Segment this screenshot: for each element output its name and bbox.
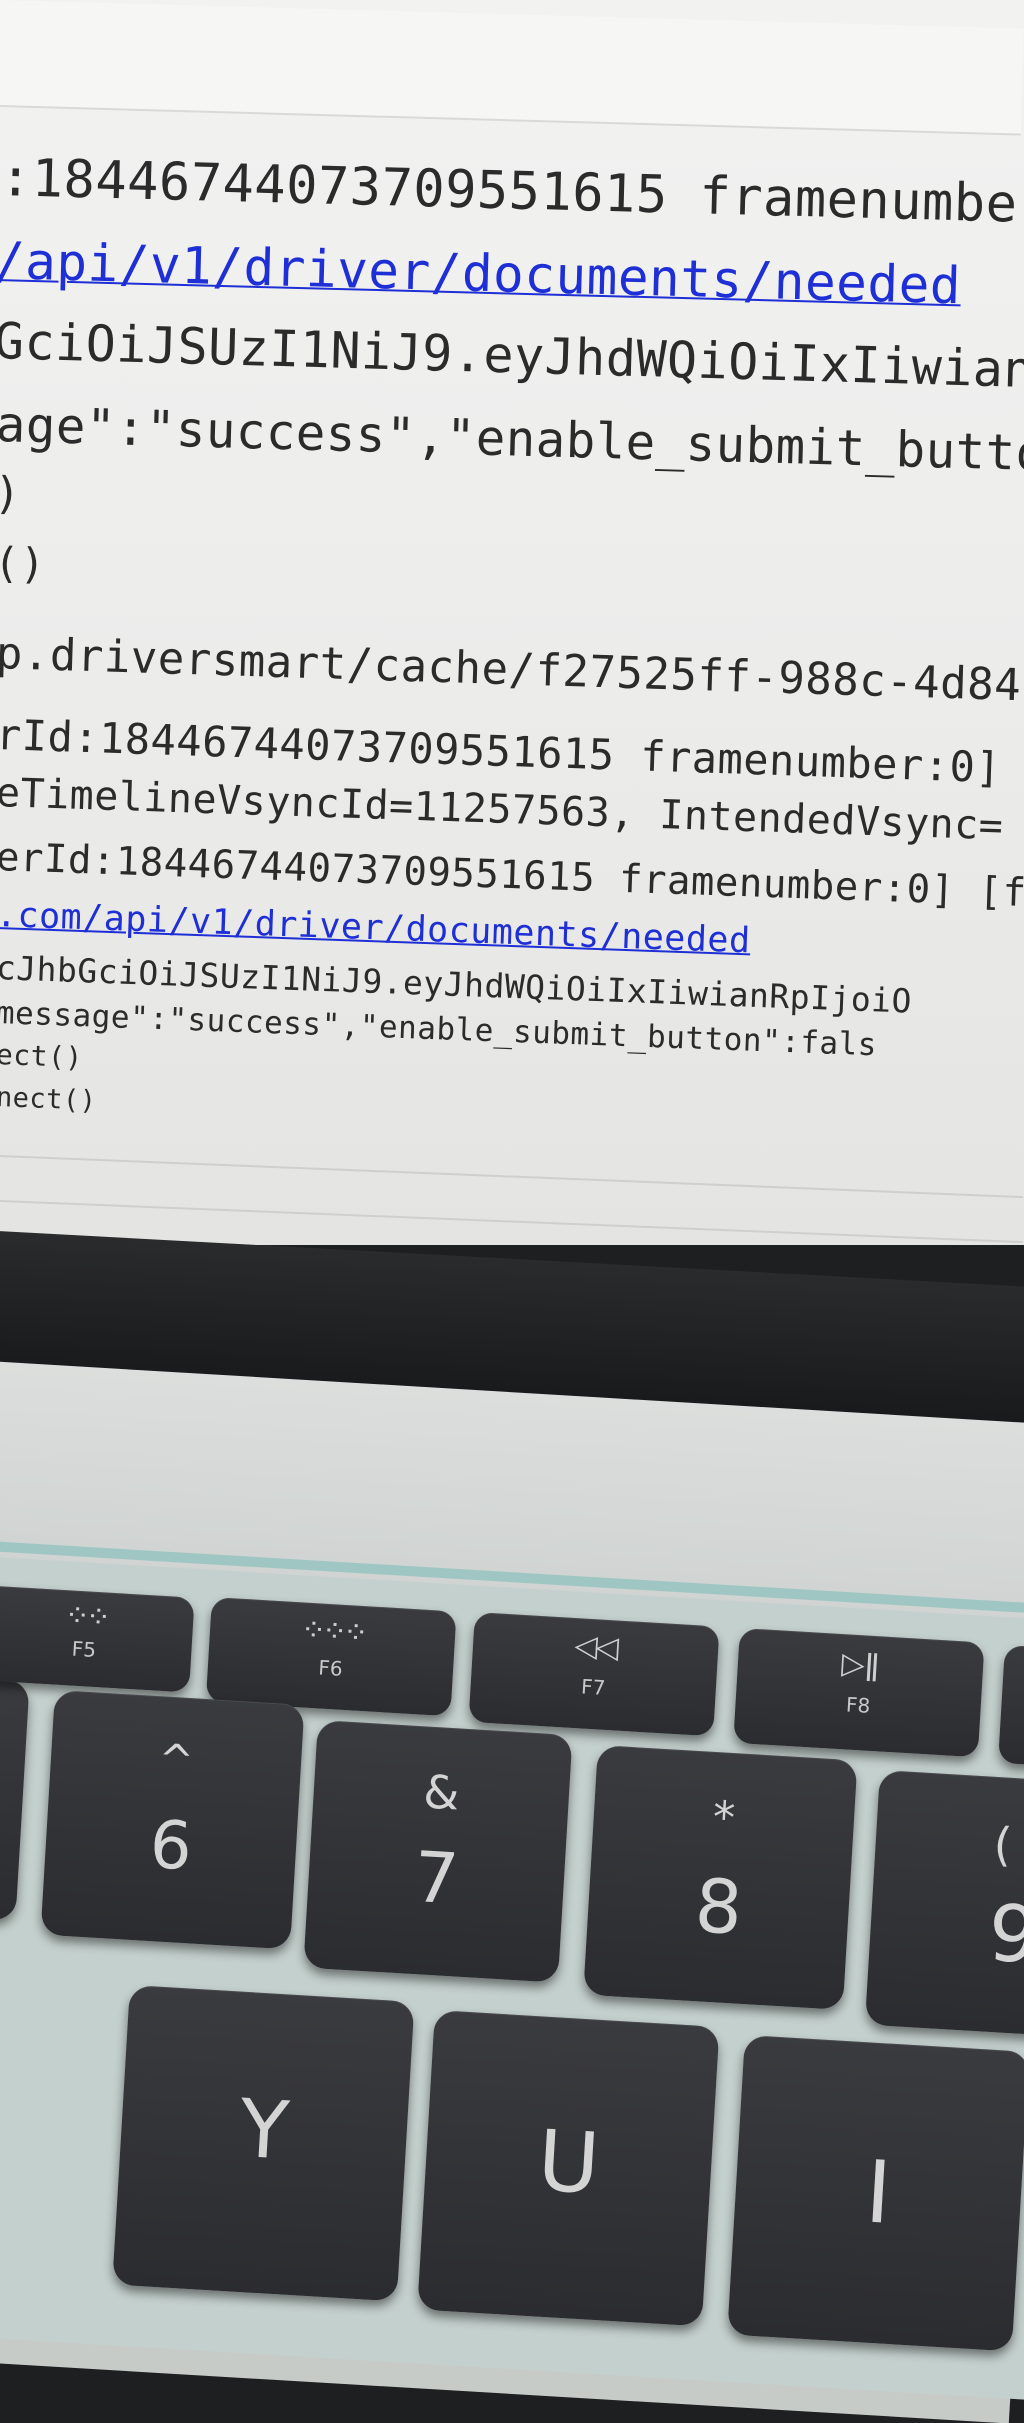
log-line: nect() [0,1082,98,1117]
key-label: F7 [580,1674,607,1700]
logcat-panel: :18446744073709551615 framenumber: /api/… [0,0,1024,1245]
key-shift-symbol: ^ [157,1734,196,1786]
key-f7[interactable]: ◁◁ F7 [468,1612,720,1737]
key-f8[interactable]: ▷ǁ F8 [733,1628,985,1758]
key-8[interactable]: * 8 [583,1745,858,2010]
api-url-link[interactable]: /api/v1/driver/documents/needed [0,232,962,316]
key-main-symbol: I [862,2142,894,2244]
play-pause-icon: ▷ǁ [840,1646,881,1684]
key-shift-symbol: ( [992,1816,1014,1872]
log-line: () [0,538,47,589]
key-6[interactable]: ^ 6 [40,1690,305,1950]
key-main-symbol: Y [237,2081,292,2178]
log-line: GciOiJSUzI1NiJ9.eyJhdWQiOiIxIiwianRp [0,312,1024,401]
log-line: ) [0,468,22,520]
log-line: :18446744073709551615 framenumber: [0,148,1024,237]
key-shift-symbol: * [711,1791,737,1845]
key-main-symbol: 7 [411,1836,461,1921]
log-line: ect() [0,1038,84,1075]
key-label: F8 [845,1692,871,1718]
log-line: p.driversmart/cache/f27525ff-988c-4d84- [0,628,1024,713]
key-main-symbol: U [535,2111,603,2213]
key-9[interactable]: ( 9 [864,1770,1024,2040]
key-main-symbol: 6 [147,1805,195,1886]
key-f5[interactable]: ⁘⁘ F5 [0,1585,195,1693]
key-main-symbol: 9 [985,1888,1024,1982]
key-label: F6 [317,1655,344,1681]
key-main-symbol: 8 [692,1863,745,1952]
laptop-screen: :18446744073709551615 framenumber: /api/… [0,0,1024,1245]
keyboard-brightness-up-icon: ⁘⁘⁘ [299,1612,366,1652]
log-line: age":"success","enable_submit_button [0,396,1024,484]
key-shift-symbol: & [421,1764,461,1821]
key-u[interactable]: U [417,2010,720,2327]
key-y[interactable]: Y [112,1985,415,2302]
key-i[interactable]: I [727,2035,1024,2352]
key-f6[interactable]: ⁘⁘⁘ F6 [205,1597,457,1717]
key-7[interactable]: & 7 [303,1720,573,1983]
rewind-icon: ◁◁ [573,1627,618,1666]
